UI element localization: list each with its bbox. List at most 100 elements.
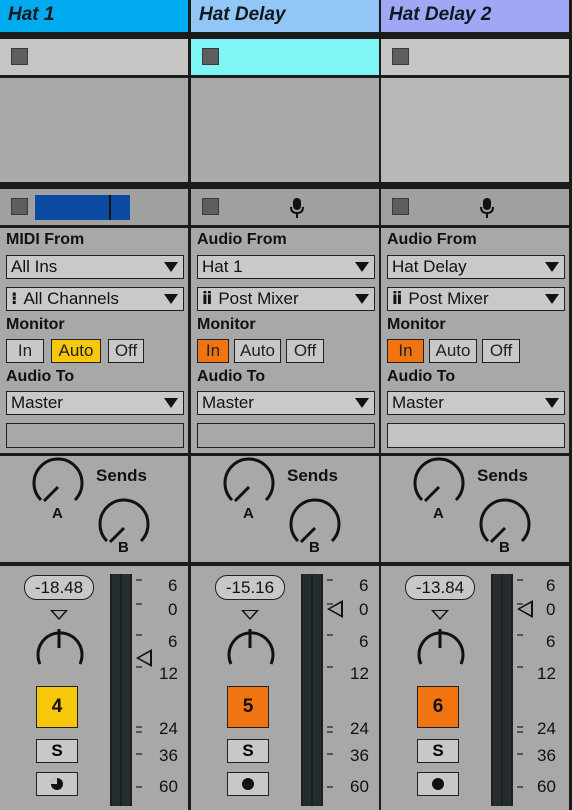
dropdown-arrow-icon <box>545 294 559 304</box>
input-type-label: Audio From <box>197 231 287 248</box>
arm-button[interactable] <box>36 772 78 796</box>
microphone-icon[interactable] <box>479 197 495 219</box>
io-section: Audio From Hat Delay ⅱ Post Mixer Monitor… <box>381 228 569 453</box>
clip-slot[interactable] <box>191 39 379 75</box>
track-title[interactable]: Hat Delay 2 <box>381 0 569 32</box>
track-hat-1: Hat 1 MIDI From All Ins ⁝ All Channels Mo… <box>0 0 188 810</box>
microphone-icon[interactable] <box>289 197 305 219</box>
send-b-knob[interactable]: B <box>479 498 531 556</box>
track-hat-delay: Hat Delay Audio From Hat 1 ⅱ Post Mixer M… <box>191 0 379 810</box>
track-activator-button[interactable]: 4 <box>36 686 78 728</box>
meter-tick: 6 <box>546 576 556 595</box>
clip-stop-button[interactable] <box>392 48 409 65</box>
output-dropdown[interactable]: Master <box>6 391 184 415</box>
clip-slot[interactable] <box>0 39 188 75</box>
meter-tick: 12 <box>159 664 178 683</box>
send-a-knob[interactable]: A <box>223 457 275 522</box>
volume-fader-marker[interactable] <box>327 600 343 618</box>
output-dropdown[interactable]: Master <box>387 391 565 415</box>
record-dot-icon <box>242 778 254 790</box>
input-source-dropdown[interactable]: Hat Delay <box>387 255 565 279</box>
input-source-value: All Ins <box>11 257 58 276</box>
clip-slot[interactable] <box>381 39 569 75</box>
clip-slot-empty[interactable] <box>0 78 188 182</box>
monitor-auto-button[interactable]: Auto <box>234 339 281 363</box>
output-channel-field[interactable] <box>197 423 375 448</box>
mixer-section: -13.84 6 S 6 0 6 12 24 36 60 <box>381 566 569 810</box>
track-activator-button[interactable]: 6 <box>417 686 459 728</box>
track-stop-row <box>0 189 188 225</box>
volume-display[interactable]: -18.48 <box>24 575 94 600</box>
output-value: Master <box>202 393 254 412</box>
monitor-label: Monitor <box>197 316 256 333</box>
clip-stop-button[interactable] <box>11 48 28 65</box>
output-label: Audio To <box>197 368 266 385</box>
input-source-dropdown[interactable]: All Ins <box>6 255 184 279</box>
monitor-in-button[interactable]: In <box>6 339 44 363</box>
arm-button[interactable] <box>227 772 269 796</box>
arm-button[interactable] <box>417 772 459 796</box>
midi-activity-marker <box>109 195 111 220</box>
dropdown-arrow-icon <box>545 262 559 272</box>
meter-tick: 36 <box>350 746 369 765</box>
monitor-off-button[interactable]: Off <box>286 339 324 363</box>
pan-center-marker <box>50 610 68 620</box>
track-stop-button[interactable] <box>202 198 219 215</box>
monitor-off-button[interactable]: Off <box>108 339 144 363</box>
send-b-knob[interactable]: B <box>98 498 150 556</box>
track-stop-button[interactable] <box>392 198 409 215</box>
track-stop-button[interactable] <box>11 198 28 215</box>
mixer-section: -15.16 5 S 6 0 6 12 24 36 60 <box>191 566 379 810</box>
input-type-label: Audio From <box>387 231 477 248</box>
level-meter <box>110 574 132 806</box>
sends-section: Sends A B <box>0 456 188 562</box>
output-channel-field[interactable] <box>387 423 565 448</box>
solo-button[interactable]: S <box>227 739 269 763</box>
output-label: Audio To <box>387 368 456 385</box>
pan-knob[interactable] <box>411 624 471 674</box>
output-channel-field[interactable] <box>6 423 184 448</box>
pan-knob[interactable] <box>30 624 90 674</box>
input-source-value: Hat 1 <box>202 257 243 276</box>
volume-display[interactable]: -13.84 <box>405 575 475 600</box>
send-a-knob[interactable]: A <box>32 457 84 522</box>
pan-knob[interactable] <box>221 624 281 674</box>
meter-tick: 24 <box>350 719 369 738</box>
channel-icon: ⁝ <box>11 289 18 308</box>
level-meter <box>301 574 323 806</box>
clip-stop-button[interactable] <box>202 48 219 65</box>
dropdown-arrow-icon <box>355 262 369 272</box>
channel-icon: ⅱ <box>202 289 213 308</box>
meter-tick: 6 <box>168 576 178 595</box>
output-label: Audio To <box>6 368 75 385</box>
meter-tick: 60 <box>159 777 178 796</box>
send-knobs: A B <box>223 457 341 556</box>
dropdown-arrow-icon <box>355 294 369 304</box>
input-channel-dropdown[interactable]: ⅱ Post Mixer <box>197 287 375 311</box>
solo-button[interactable]: S <box>36 739 78 763</box>
clip-slot-empty[interactable] <box>381 78 569 182</box>
track-activator-button[interactable]: 5 <box>227 686 269 728</box>
output-dropdown[interactable]: Master <box>197 391 375 415</box>
input-source-dropdown[interactable]: Hat 1 <box>197 255 375 279</box>
meter-tick: 6 <box>359 576 369 595</box>
level-meter <box>491 574 513 806</box>
monitor-auto-button[interactable]: Auto <box>51 339 101 363</box>
clip-slot-empty[interactable] <box>191 78 379 182</box>
input-channel-dropdown[interactable]: ⅱ Post Mixer <box>387 287 565 311</box>
send-a-knob[interactable]: A <box>413 457 465 522</box>
volume-fader-marker[interactable] <box>136 649 152 667</box>
monitor-auto-button[interactable]: Auto <box>429 339 477 363</box>
track-title[interactable]: Hat Delay <box>191 0 379 32</box>
monitor-off-button[interactable]: Off <box>482 339 520 363</box>
track-title[interactable]: Hat 1 <box>0 0 188 32</box>
monitor-in-button[interactable]: In <box>387 339 424 363</box>
monitor-in-button[interactable]: In <box>197 339 229 363</box>
send-b-knob[interactable]: B <box>289 498 341 556</box>
solo-button[interactable]: S <box>417 739 459 763</box>
volume-display[interactable]: -15.16 <box>215 575 285 600</box>
volume-fader-marker[interactable] <box>517 600 533 618</box>
meter-tick: 0 <box>546 600 556 619</box>
input-channel-dropdown[interactable]: ⁝ All Channels <box>6 287 184 311</box>
io-section: Audio From Hat 1 ⅱ Post Mixer Monitor In … <box>191 228 379 453</box>
